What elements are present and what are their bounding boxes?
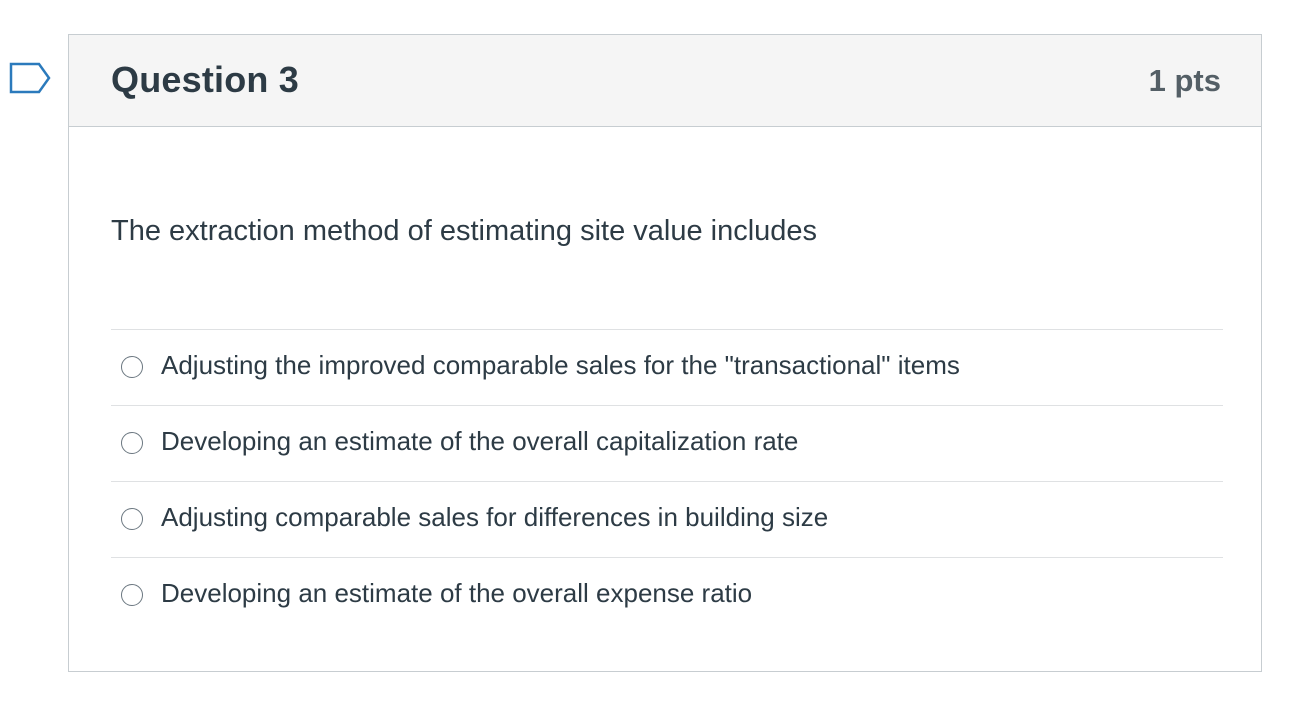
radio-button[interactable] bbox=[121, 356, 143, 378]
question-text: The extraction method of estimating site… bbox=[111, 215, 818, 247]
question-points: 1 pts bbox=[1148, 63, 1221, 98]
radio-button[interactable] bbox=[121, 432, 143, 454]
answer-option[interactable]: Developing an estimate of the overall ca… bbox=[111, 406, 1223, 482]
answer-option[interactable]: Adjusting the improved comparable sales … bbox=[111, 330, 1223, 406]
answer-label[interactable]: Adjusting comparable sales for differenc… bbox=[161, 502, 828, 533]
question-title: Question 3 bbox=[111, 59, 300, 100]
question-card: Question 3 1 pts The extraction method o… bbox=[68, 34, 1262, 672]
answer-option[interactable]: Adjusting comparable sales for differenc… bbox=[111, 482, 1223, 558]
answer-label[interactable]: Developing an estimate of the overall ca… bbox=[161, 426, 798, 457]
answer-label[interactable]: Developing an estimate of the overall ex… bbox=[161, 578, 752, 609]
flag-question-icon[interactable] bbox=[9, 62, 51, 94]
radio-button[interactable] bbox=[121, 508, 143, 530]
radio-button[interactable] bbox=[121, 584, 143, 606]
answer-list: Adjusting the improved comparable sales … bbox=[111, 329, 1223, 633]
question-header: Question 3 1 pts bbox=[69, 35, 1261, 127]
answer-option[interactable]: Developing an estimate of the overall ex… bbox=[111, 558, 1223, 633]
answer-label[interactable]: Adjusting the improved comparable sales … bbox=[161, 350, 960, 381]
